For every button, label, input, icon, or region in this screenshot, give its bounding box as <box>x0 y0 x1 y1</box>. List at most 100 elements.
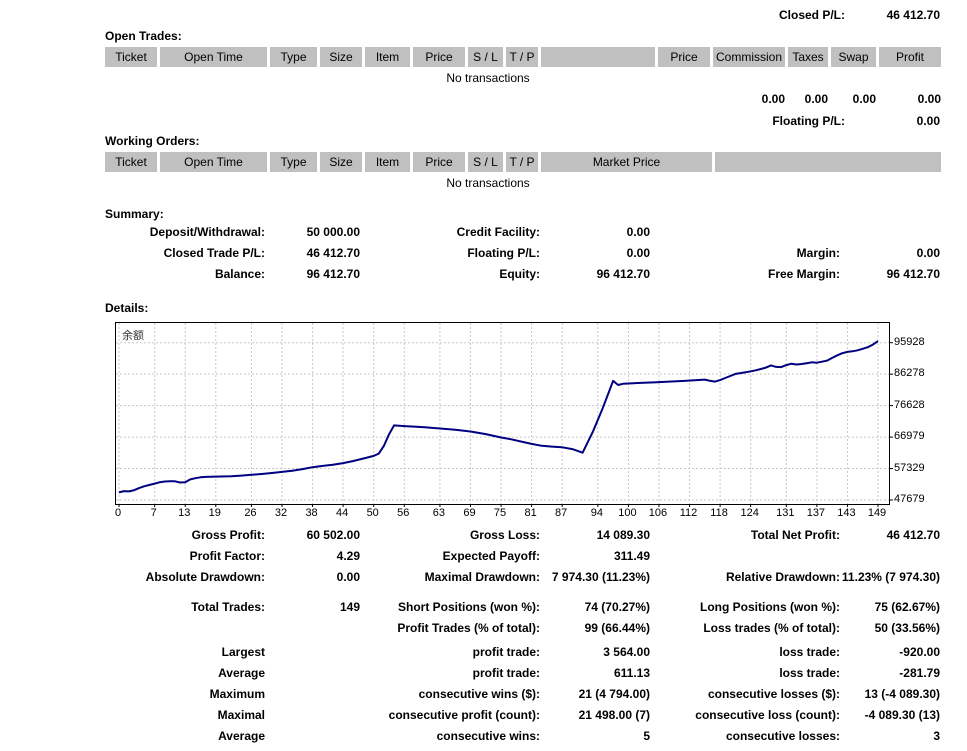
header-cell-s-l: S / L <box>468 152 503 172</box>
chart-x-axis-label: 56 <box>397 507 410 519</box>
stats-label: Short Positions (won %): <box>398 600 540 614</box>
chart-y-axis-label: 47679 <box>894 492 925 505</box>
stats-label: consecutive losses: <box>725 729 840 743</box>
summary-row: Closed Trade P/L: 46 412.70 Floating P/L: 0… <box>105 243 940 264</box>
chart-x-axis-label: 19 <box>208 507 221 519</box>
stats-value <box>265 726 360 747</box>
totals-spacer <box>270 92 317 106</box>
stats-value: 21 (4 794.00) <box>578 687 650 701</box>
stats-row: Gross Profit: 60 502.00 Gross Loss: 14 089.… <box>105 525 940 546</box>
stats-label: consecutive losses ($): <box>707 687 840 701</box>
chart-balance-legend: 余额 <box>122 330 144 342</box>
chart-x-axis-label: 38 <box>305 507 318 519</box>
stats-value <box>840 546 940 567</box>
working-orders-title: Working Orders: <box>105 134 200 148</box>
stats-label: Gross Profit: <box>191 528 265 542</box>
stats-value: 13 (-4 089.30) <box>864 687 940 701</box>
stats-value: 11.23% (7 974.30) <box>841 570 940 584</box>
chart-y-axis-label: 66979 <box>894 430 925 443</box>
chart-x-axis-label: 0 <box>114 507 122 519</box>
summary-label: Balance: <box>214 267 265 281</box>
stats-row: Average consecutive wins: 5 consecutive los… <box>105 726 940 747</box>
totals-value: 0.00 <box>917 92 941 106</box>
mt4-statement: Closed P/L: 46 412.70 Open Trades: Ticke… <box>0 0 967 751</box>
stats-row: Average profit trade: 611.13 loss trade: -28… <box>105 663 940 684</box>
summary-label <box>650 222 840 243</box>
stats-value: 46 412.70 <box>886 528 940 542</box>
floating-pl-value: 0.00 <box>916 114 940 128</box>
chart-x-axis-label: 131 <box>776 507 795 519</box>
chart-x-axis-label: 7 <box>150 507 157 519</box>
totals-spacer <box>506 92 538 106</box>
stats-label: Total Net Profit: <box>750 528 840 542</box>
stats-value: 611.13 <box>613 666 650 680</box>
open-trades-header: Ticket Open Time Type Size Item Price S / LT /… <box>105 47 941 67</box>
stats-value: 0.00 <box>336 570 360 584</box>
stats-value: 60 502.00 <box>306 528 360 542</box>
summary-label: Margin: <box>796 246 840 260</box>
chart-x-axis-label: 75 <box>493 507 507 519</box>
chart-x-axis-label: 32 <box>274 507 288 519</box>
stats-label: Average <box>218 666 265 680</box>
stats-label: loss trade: <box>779 666 840 680</box>
totals-spacer <box>541 92 655 106</box>
stats-value <box>265 618 360 639</box>
header-cell-open-time: Open Time <box>160 47 267 67</box>
header-cell-blank <box>541 47 655 67</box>
summary-label: Deposit/Withdrawal: <box>149 225 265 239</box>
header-cell-taxes: Taxes <box>788 47 828 67</box>
stats-label: consecutive profit (count): <box>388 708 540 722</box>
summary-value: 50 000.00 <box>306 225 360 239</box>
chart-x-axis-label: 87 <box>555 507 568 519</box>
totals-spacer <box>105 92 157 106</box>
stats-value: -4 089.30 (13) <box>864 708 940 722</box>
header-cell-size: Size <box>320 152 362 172</box>
chart-y-axis-label: 76628 <box>894 398 925 411</box>
stats-value: 14 089.30 <box>596 528 650 542</box>
summary-value: 0.00 <box>916 246 940 260</box>
chart-x-axis-label: 118 <box>710 507 728 519</box>
stats-label: consecutive wins: <box>436 729 540 743</box>
header-cell-t-p: T / P <box>506 152 538 172</box>
stats-label: Profit Factor: <box>189 549 265 563</box>
stats-label: Largest <box>221 645 265 659</box>
stats-label <box>105 618 265 639</box>
balance-chart: 余额 <box>115 322 893 507</box>
header-cell-open-time: Open Time <box>160 152 267 172</box>
stats-label <box>650 546 840 567</box>
stats-rows: Gross Profit: 60 502.00 Gross Loss: 14 089.… <box>105 525 940 747</box>
header-cell-price: Price <box>413 152 465 172</box>
stats-label: loss trade: <box>779 645 840 659</box>
no-transactions-open: No transactions <box>446 71 530 85</box>
stats-label: profit trade: <box>472 645 540 659</box>
chart-x-axis-label: 50 <box>366 507 379 519</box>
summary-row: Balance: 96 412.70 Equity: 96 412.70 Free Ma… <box>105 264 940 285</box>
stats-value: 75 (62.67%) <box>874 600 940 614</box>
summary-value: 0.00 <box>626 246 650 260</box>
chart-x-axis-label: 112 <box>679 507 698 519</box>
stats-row: Maximal consecutive profit (count): 21 498… <box>105 705 940 726</box>
summary-title: Summary: <box>105 207 164 221</box>
stats-value: 7 974.30 (11.23%) <box>551 570 650 584</box>
header-cell-profit: Profit <box>879 47 941 67</box>
stats-value: 311.49 <box>613 549 650 563</box>
header-cell-price: Price <box>413 47 465 67</box>
stats-row: Largest profit trade: 3 564.00 loss trade: -… <box>105 642 940 663</box>
summary-row: Deposit/Withdrawal: 50 000.00 Credit Facil… <box>105 222 940 243</box>
stats-label: Relative Drawdown: <box>725 570 840 584</box>
balance-chart-svg <box>116 323 893 507</box>
stats-row: Profit Factor: 4.29 Expected Payoff: 311.49 <box>105 546 940 567</box>
totals-spacer <box>658 92 710 106</box>
header-cell-type: Type <box>270 152 317 172</box>
totals-value: 0.00 <box>761 92 785 106</box>
summary-label: Free Margin: <box>767 267 840 281</box>
stats-value: 3 <box>933 729 940 743</box>
header-cell-ticket: Ticket <box>105 152 157 172</box>
totals-spacer <box>413 92 465 106</box>
stats-label: Maximum <box>209 687 265 701</box>
summary-value: 96 412.70 <box>306 267 360 281</box>
stats-row: Total Trades: 149 Short Positions (won %):… <box>105 597 940 618</box>
summary-label: Credit Facility: <box>456 225 540 239</box>
stats-value: 74 (70.27%) <box>584 600 650 614</box>
stats-value: -281.79 <box>899 666 940 680</box>
